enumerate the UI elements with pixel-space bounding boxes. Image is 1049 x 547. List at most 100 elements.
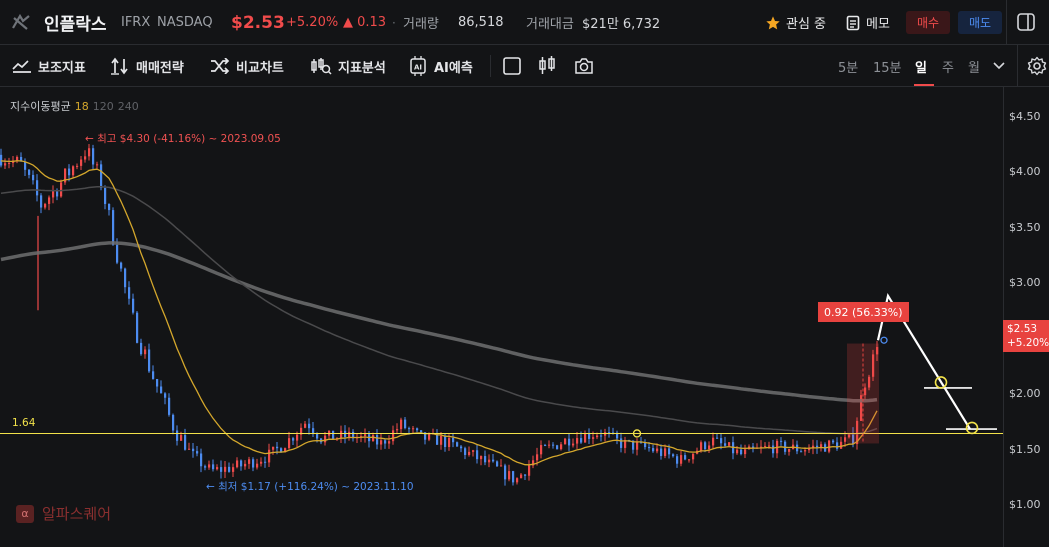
candle-body — [416, 428, 419, 431]
candle-body — [220, 467, 223, 472]
candle-body — [708, 445, 711, 450]
candle-body — [92, 148, 95, 165]
candle-body — [132, 298, 135, 313]
candle-body — [376, 435, 379, 445]
strategy-button[interactable]: 매매전략 — [110, 45, 184, 87]
drawing-box-button[interactable] — [502, 45, 528, 87]
timeframe-5min[interactable]: 5분 — [838, 45, 858, 87]
analysis-button[interactable]: 지표분석 — [310, 45, 386, 87]
candle-body — [172, 414, 175, 431]
candle-body — [204, 466, 207, 468]
candle-body — [600, 435, 603, 437]
candle-body — [244, 463, 247, 467]
candle-body — [136, 312, 139, 343]
candle-body — [148, 349, 151, 372]
candle-body — [152, 371, 155, 379]
candle-body — [636, 442, 639, 450]
stock-ticker: IFRX — [121, 15, 151, 30]
candle-body — [804, 450, 807, 452]
candle-body — [528, 465, 531, 476]
indicators-button[interactable]: 보조지표 — [12, 45, 86, 87]
candle-body — [712, 437, 715, 446]
candle-body — [620, 438, 623, 448]
candle-body — [16, 156, 19, 161]
price-axis[interactable] — [1003, 87, 1049, 547]
horizontal-line-label: 1.64 — [12, 417, 36, 429]
candle-body — [32, 174, 35, 181]
candle-body — [276, 446, 279, 449]
stock-exchange: NASDAQ — [157, 15, 213, 30]
candle-body — [740, 449, 743, 455]
candle-body — [296, 434, 299, 441]
candle-body — [488, 459, 491, 463]
candlestick-icon — [539, 56, 555, 74]
candle-body — [572, 443, 575, 446]
candle-body — [844, 437, 847, 442]
range-measure-label: 0.92 (56.33%) — [818, 302, 909, 322]
camera-icon — [575, 58, 593, 74]
svg-text:AI: AI — [414, 64, 422, 72]
candle-body — [524, 474, 527, 476]
chart-type-button[interactable] — [538, 45, 562, 87]
ma-legend-18: 18 — [74, 100, 89, 113]
timeframe-month[interactable]: 월 — [968, 45, 980, 87]
candle-body — [828, 440, 831, 452]
app-logo-icon[interactable] — [10, 12, 32, 32]
candle-body — [464, 448, 467, 455]
candle-body — [492, 459, 495, 462]
candle-body — [704, 442, 707, 450]
candle-body — [224, 466, 227, 472]
volume-value: 86,518 — [458, 15, 504, 30]
watermark-text: 알파스퀘어 — [42, 505, 112, 523]
candle-body — [68, 168, 71, 176]
compare-button[interactable]: 비교차트 — [210, 45, 284, 87]
candle-body — [404, 419, 407, 429]
candle-body — [520, 474, 523, 479]
y-tick: $3.50 — [1009, 221, 1041, 234]
timeframe-15min[interactable]: 15분 — [873, 45, 902, 87]
candle-body — [240, 460, 243, 467]
candle-body — [692, 453, 695, 460]
candle-body — [500, 465, 503, 467]
candle-body — [388, 441, 391, 444]
range-anchor — [880, 336, 888, 344]
candle-body — [556, 445, 559, 450]
high-price-annotation: ← 최고 $4.30 (-41.16%) ~ 2023.09.05 — [85, 133, 281, 145]
timeframe-day[interactable]: 일 — [915, 45, 927, 87]
ema-18-line — [0, 160, 878, 466]
timeframe-dropdown[interactable] — [993, 45, 1005, 87]
timeframe-week[interactable]: 주 — [942, 45, 954, 87]
candle-body — [232, 467, 235, 472]
candle-body — [700, 442, 703, 451]
memo-label: 메모 — [866, 17, 890, 32]
buy-button[interactable]: 매수 — [906, 11, 950, 34]
candle-body — [72, 166, 75, 176]
candle-body — [88, 148, 91, 157]
ai-predict-button[interactable]: AI AI예측 — [408, 45, 473, 87]
current-price-tag-value: $2.53 — [1007, 323, 1038, 335]
candle-body — [272, 446, 275, 450]
ma-legend-label: 지수이동평균 — [10, 100, 71, 113]
candle-body — [128, 287, 131, 299]
alphasquare-logo-icon: α — [16, 504, 34, 523]
candle-body — [48, 197, 51, 204]
candle-body — [80, 159, 83, 166]
watchlist-button[interactable]: 관심 중 — [765, 0, 826, 45]
screenshot-button[interactable] — [574, 45, 600, 87]
shuffle-icon — [211, 58, 230, 74]
ai-chip-icon: AI — [410, 56, 426, 76]
candle-body — [516, 478, 519, 483]
candle-body — [8, 162, 11, 164]
ma-legend[interactable]: 지수이동평균 18 120 240 — [10, 98, 143, 114]
candle-body — [664, 448, 667, 456]
settings-gear-icon[interactable] — [1027, 56, 1047, 80]
sell-button[interactable]: 매도 — [958, 11, 1002, 34]
candle-body — [456, 442, 459, 447]
change-percent: +5.20% — [286, 15, 339, 30]
memo-button[interactable]: 메모 — [846, 0, 890, 45]
current-price-tag-change: +5.20% — [1007, 337, 1049, 349]
candle-body — [292, 438, 295, 441]
candle-body — [380, 440, 383, 445]
panel-toggle-icon[interactable] — [1015, 11, 1037, 33]
candle-body — [180, 435, 183, 441]
